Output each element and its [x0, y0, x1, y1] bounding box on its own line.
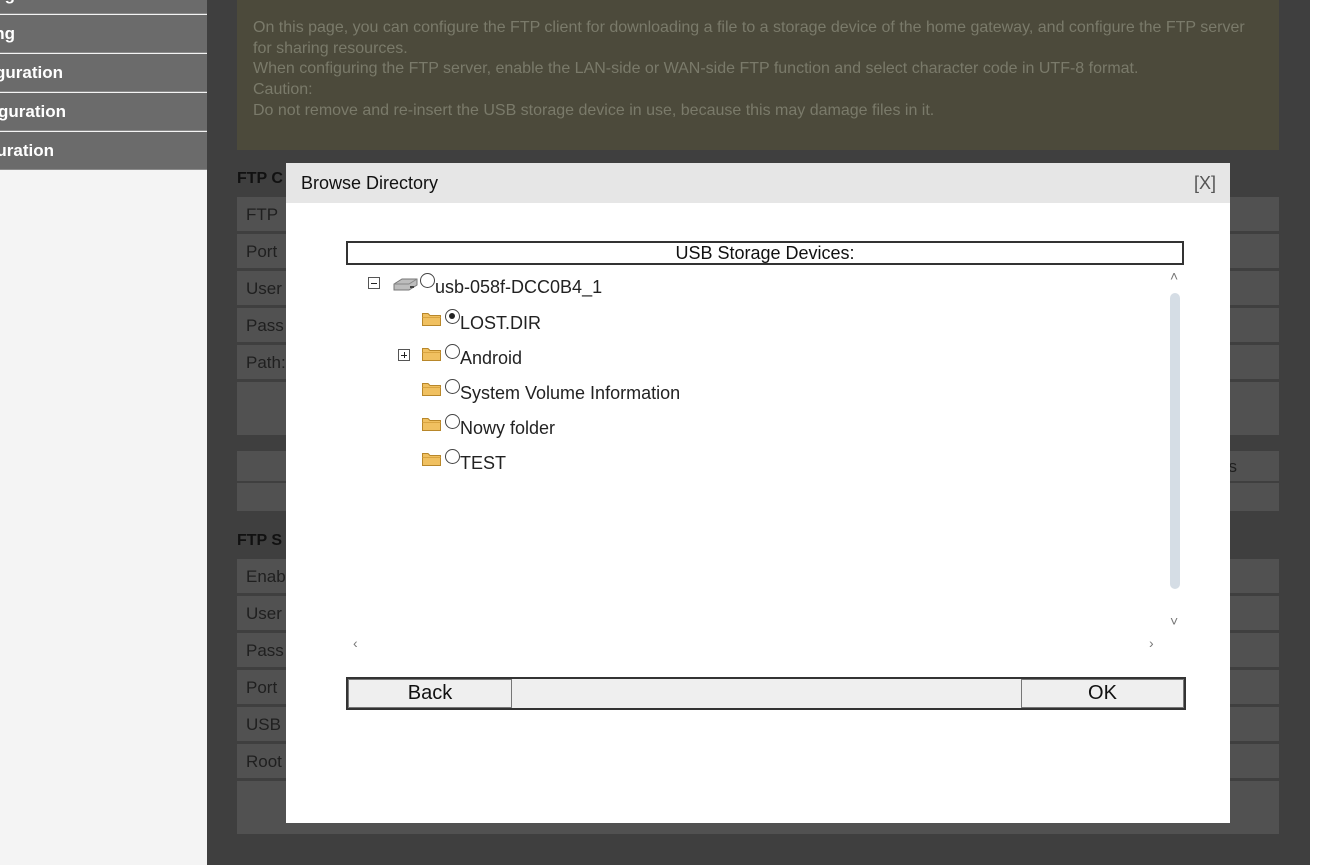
row-label: User — [246, 604, 282, 623]
folder-icon — [422, 311, 441, 326]
row-label: FTP — [246, 205, 279, 224]
page-right-margin — [1310, 0, 1337, 865]
tree-item-folder[interactable]: System Volume Information — [445, 379, 681, 404]
radio-folder[interactable] — [445, 379, 460, 394]
radio-folder[interactable] — [445, 414, 460, 429]
info-line: Do not remove and re-insert the USB stor… — [253, 101, 935, 119]
scroll-right-arrow[interactable]: › — [1149, 635, 1154, 651]
info-line: On this page, you can configure the FTP … — [253, 19, 1245, 57]
close-button[interactable]: [X] — [1194, 173, 1216, 194]
folder-label: TEST — [460, 453, 507, 473]
tree-item-device[interactable]: usb-058f-DCC0B4_1 — [420, 273, 603, 298]
folder-label: System Volume Information — [460, 383, 681, 403]
sidebar-item[interactable]: ng — [0, 0, 207, 14]
row-label: Path: — [246, 353, 286, 372]
sidebar-item-label: ng — [0, 0, 15, 13]
usb-drive-icon — [393, 278, 418, 291]
sidebar-item-label: uration — [0, 141, 54, 160]
dialog-title: Browse Directory — [301, 173, 439, 193]
sidebar-item-label: guration — [0, 102, 66, 121]
back-button[interactable]: Back — [348, 679, 512, 708]
tree-item-folder[interactable]: Android — [445, 344, 523, 369]
row-label: Enab — [246, 567, 286, 586]
sidebar-item[interactable]: guration — [0, 93, 207, 131]
folder-label: LOST.DIR — [460, 313, 542, 333]
scroll-up-arrow[interactable]: ˄ — [1170, 268, 1178, 284]
folder-icon — [422, 346, 441, 361]
sidebar-item[interactable]: ng — [0, 15, 207, 53]
row-label: Port — [246, 678, 278, 697]
sidebar-item[interactable]: uration — [0, 132, 207, 170]
info-line: When configuring the FTP server, enable … — [253, 60, 1139, 78]
ftp-client-section-title: FTP C — [237, 170, 283, 187]
radio-device[interactable] — [420, 273, 435, 288]
dialog-header: Browse Directory [X] — [286, 163, 1230, 203]
browse-directory-dialog: Browse Directory [X] USB Storage Devices… — [286, 163, 1230, 823]
radio-folder[interactable] — [445, 344, 460, 359]
dialog-button-bar: Back OK — [346, 677, 1186, 710]
row-label: Pass — [246, 641, 284, 660]
device-label: usb-058f-DCC0B4_1 — [435, 277, 603, 297]
scroll-down-arrow[interactable]: ˅ — [1170, 613, 1178, 629]
row-label: Root — [246, 752, 282, 771]
folder-icon — [422, 451, 441, 466]
tree-item-folder[interactable]: Nowy folder — [445, 414, 556, 439]
folder-icon — [422, 381, 441, 396]
tree-item-folder[interactable]: TEST — [445, 449, 507, 474]
vertical-scrollbar[interactable] — [1170, 293, 1180, 589]
tree-item-folder[interactable]: LOST.DIR — [445, 309, 542, 334]
ftp-server-section-title: FTP S — [237, 532, 283, 549]
collapse-icon[interactable] — [368, 277, 380, 289]
sidebar-item[interactable]: guration — [0, 54, 207, 92]
sidebar-item-label: ng — [0, 24, 15, 43]
row-label: Pass — [246, 316, 284, 335]
ok-button[interactable]: OK — [1021, 679, 1184, 708]
row-label: User — [246, 279, 282, 298]
folder-icon — [422, 416, 441, 431]
scroll-left-arrow[interactable]: ‹ — [353, 635, 358, 651]
sidebar-item-label: guration — [0, 63, 63, 82]
folder-label: Android — [460, 348, 523, 368]
usb-devices-header: USB Storage Devices: — [346, 241, 1184, 265]
row-label: Port — [246, 242, 278, 261]
folder-label: Nowy folder — [460, 418, 556, 438]
sidebar: ng ng guration guration uration — [0, 0, 207, 865]
row-label: USB — [246, 715, 281, 734]
radio-folder[interactable] — [445, 449, 460, 464]
info-line: Caution: — [253, 81, 313, 99]
info-box: On this page, you can configure the FTP … — [237, 0, 1279, 150]
radio-folder[interactable] — [445, 309, 460, 324]
expand-icon[interactable] — [398, 349, 410, 361]
